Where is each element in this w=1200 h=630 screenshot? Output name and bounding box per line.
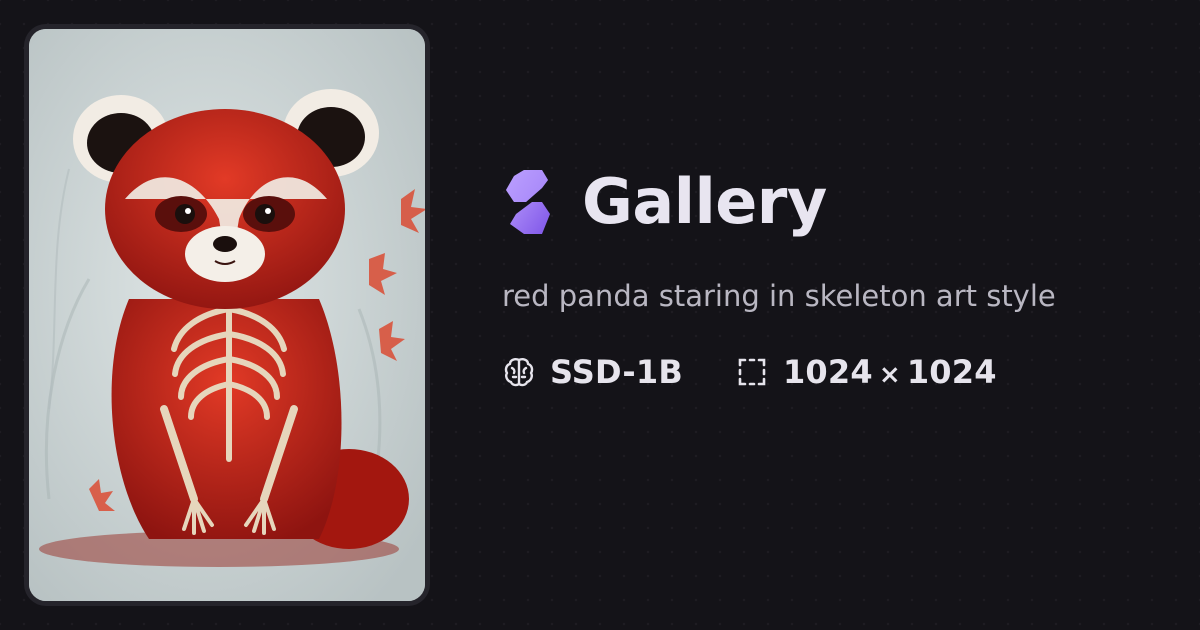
model-info: SSD-1B [502,353,683,391]
size-separator: × [878,360,901,390]
info-panel: Gallery red panda staring in skeleton ar… [502,160,1142,392]
size-info: 1024 × 1024 [735,353,997,391]
page-title: Gallery [582,165,827,238]
image-height: 1024 [906,353,997,391]
image-size: 1024 × 1024 [783,353,997,391]
brain-icon [502,355,536,389]
model-name: SSD-1B [550,353,683,391]
image-card [24,24,430,606]
generated-image [29,29,425,601]
meta-row: SSD-1B 1024 × 1024 [502,352,1142,392]
image-width: 1024 [782,353,873,391]
dashed-square-icon [735,355,769,389]
gallery-logo-icon [502,166,554,238]
title-row: Gallery [502,160,1142,244]
prompt-text: red panda staring in skeleton art style [502,279,1056,313]
